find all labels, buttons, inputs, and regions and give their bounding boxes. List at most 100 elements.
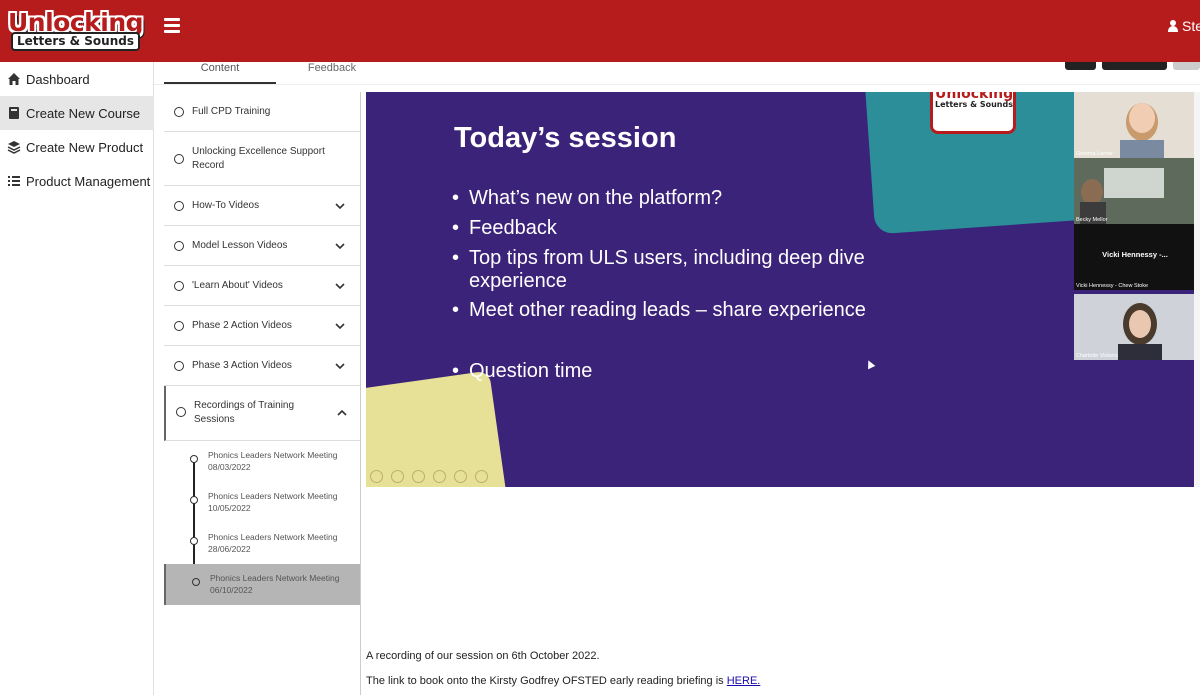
control-icon[interactable] [412,470,425,483]
lesson-item[interactable]: Model Lesson Videos [164,226,360,266]
booking-text-prefix: The link to book onto the Kirsty Godfrey… [366,675,727,687]
participant-video [1074,158,1196,224]
participant-name: Charlotte Vickers [1076,353,1118,359]
session-item[interactable]: Phonics Leaders Network Meeting 10/05/20… [164,482,360,523]
list-icon [8,176,20,186]
booking-link[interactable]: HERE. [727,675,761,687]
circle-icon [174,281,184,291]
book-icon [9,107,19,119]
control-icon[interactable] [475,470,488,483]
slide-bullet-text: Feedback [469,217,557,239]
session-title: Phonics Leaders Network Meeting [208,491,338,501]
participant-tile: Gemma Larner [1074,92,1196,158]
participant-name: Vicki Hennessy - Chew Stoke [1076,283,1149,289]
chevron-down-icon[interactable] [334,320,346,332]
user-icon [1168,20,1178,32]
lesson-item[interactable]: Unlocking Excellence Support Record [164,132,360,186]
slide-logo: Unlocking Letters & Sounds [930,92,1016,134]
session-item[interactable]: Phonics Leaders Network Meeting 28/06/20… [164,523,360,564]
slide-bullet-text: Meet other reading leads – share experie… [469,299,866,321]
sidebar-item-create-new-product[interactable]: Create New Product [0,130,154,164]
video-player[interactable]: Unlocking Letters & Sounds Today’s sessi… [366,92,1196,487]
lesson-label: Full CPD Training [192,106,271,117]
chevron-down-icon[interactable] [334,280,346,292]
circle-icon [174,201,184,211]
lesson-label: Model Lesson Videos [192,240,288,251]
lesson-item[interactable]: Phase 2 Action Videos [164,306,360,346]
sidebar-item-label: Product Management [26,173,151,189]
chevron-up-icon[interactable] [336,407,348,419]
lesson-label: 'Learn About' Videos [192,280,283,291]
slide-bullet-text: What’s new on the platform? [469,187,723,209]
sidebar: Dashboard Create New Course Create New P… [0,62,154,695]
session-title: Phonics Leaders Network Meeting [208,450,338,460]
slide-logo-line2: Letters & Sounds [935,100,1013,109]
session-date: 06/10/2022 [210,585,253,595]
top-bar: Unlocking Letters & Sounds Ste [0,0,1200,62]
user-menu[interactable]: Ste [1168,18,1200,34]
participant-tile: Becky Mellor [1074,158,1196,224]
recording-description: A recording of our session on 6th Octobe… [366,650,600,662]
site-logo[interactable]: Unlocking Letters & Sounds [8,8,144,51]
sidebar-item-create-new-course[interactable]: Create New Course [0,96,154,130]
chevron-down-icon[interactable] [334,240,346,252]
lesson-label: How-To Videos [192,200,260,211]
chevron-down-icon[interactable] [334,360,346,372]
chevron-down-icon[interactable] [334,200,346,212]
circle-icon [190,496,198,504]
circle-icon [174,321,184,331]
lesson-label: Phase 2 Action Videos [192,320,292,331]
lesson-item-expanded[interactable]: Recordings of Training Sessions [164,386,360,441]
layers-icon [7,141,21,154]
lesson-item[interactable]: Phase 3 Action Videos [164,346,360,386]
session-title: Phonics Leaders Network Meeting [208,532,338,542]
tab-content[interactable]: Content [164,62,276,84]
lesson-item[interactable]: Full CPD Training [164,92,360,132]
participant-tile: Charlotte Vickers [1074,294,1196,360]
lesson-label: Phase 3 Action Videos [192,360,292,371]
circle-icon [174,107,184,117]
circle-icon [192,578,200,586]
control-icon[interactable] [370,470,383,483]
session-text: Phonics Leaders Network Meeting 10/05/20… [208,490,356,514]
hamburger-menu-icon[interactable] [164,18,180,34]
session-text: Phonics Leaders Network Meeting 06/10/20… [210,572,358,596]
scrollbar[interactable] [1194,92,1200,487]
circle-icon [190,455,198,463]
session-text: Phonics Leaders Network Meeting 28/06/20… [208,531,356,555]
participant-name: Gemma Larner [1076,151,1113,157]
circle-icon [174,154,184,164]
session-date: 10/05/2022 [208,503,251,513]
participant-tile: Vicki Hennessy -... Vicki Hennessy - Che… [1074,224,1196,290]
toolbar-button[interactable] [1065,62,1096,70]
control-icon[interactable] [433,470,446,483]
tab-feedback[interactable]: Feedback [276,62,388,84]
session-date: 28/06/2022 [208,544,251,554]
toolbar-button[interactable] [1173,62,1200,70]
circle-icon [190,537,198,545]
session-date: 08/03/2022 [208,462,251,472]
session-item[interactable]: Phonics Leaders Network Meeting 08/03/20… [164,441,360,482]
lesson-item[interactable]: 'Learn About' Videos [164,266,360,306]
sidebar-item-dashboard[interactable]: Dashboard [0,62,154,96]
participant-display-name: Vicki Hennessy -... [1102,250,1168,259]
slide-controls [370,470,488,483]
user-name: Ste [1182,18,1200,34]
session-item-active[interactable]: Phonics Leaders Network Meeting 06/10/20… [164,564,360,605]
lesson-label: Unlocking Excellence Support Record [192,146,325,171]
slide-bullet-text: Top tips from ULS users, including deep … [469,247,865,292]
booking-text: The link to book onto the Kirsty Godfrey… [366,675,760,687]
session-text: Phonics Leaders Network Meeting 08/03/20… [208,449,356,473]
sidebar-item-label: Create New Course [26,105,141,121]
sidebar-item-product-management[interactable]: Product Management [0,164,154,198]
slide-bullet-text: Question time [469,360,593,382]
toolbar-button[interactable] [1102,62,1167,70]
control-icon[interactable] [454,470,467,483]
home-icon [8,73,20,85]
participant-video [1074,92,1196,158]
session-title: Phonics Leaders Network Meeting [210,573,340,583]
lesson-item[interactable]: How-To Videos [164,186,360,226]
participant-video [1074,294,1196,360]
control-icon[interactable] [391,470,404,483]
slide-title: Today’s session [454,122,677,154]
